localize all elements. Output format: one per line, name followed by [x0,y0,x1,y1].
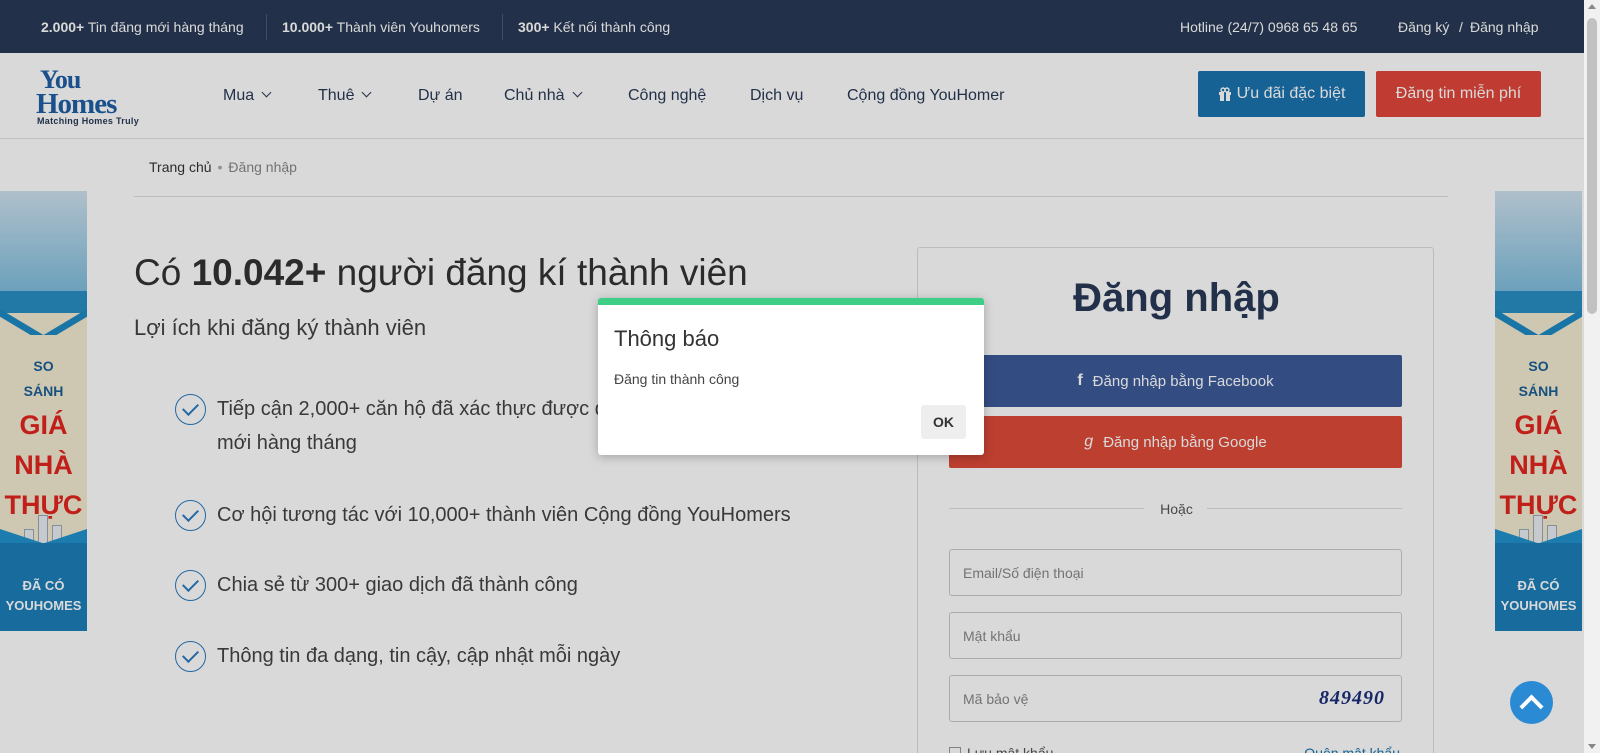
notification-dialog: Thông báo Đăng tin thành công OK [598,298,984,455]
scroll-up-arrow-icon[interactable] [1588,4,1596,9]
scrollbar-thumb[interactable] [1587,18,1597,314]
dialog-title: Thông báo [614,326,720,351]
scroll-to-top-button[interactable] [1510,681,1553,724]
scrollbar[interactable] [1584,0,1600,753]
scroll-down-arrow-icon[interactable] [1588,744,1596,749]
ok-button[interactable]: OK [921,405,966,439]
dialog-message: Đăng tin thành công [614,371,740,387]
